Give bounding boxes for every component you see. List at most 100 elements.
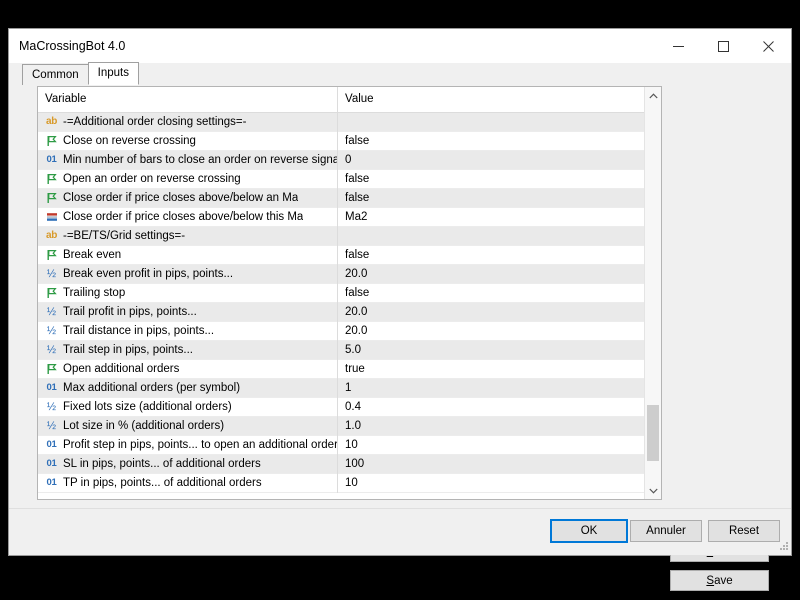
close-icon[interactable] — [746, 31, 791, 61]
table-row[interactable]: 01 Max additional orders (per symbol) 1 — [38, 378, 661, 398]
row-variable-cell[interactable]: ½ Lot size in % (additional orders) — [38, 416, 338, 436]
dialog-content: Variable Value ab -=Additional order clos… — [9, 85, 791, 591]
table-row[interactable]: Close on reverse crossing false — [38, 131, 661, 151]
row-value-cell[interactable]: 0.4 — [338, 398, 661, 417]
row-value-cell[interactable]: false — [338, 170, 661, 189]
row-value-cell[interactable]: 10 — [338, 474, 661, 493]
scroll-up-icon[interactable] — [645, 87, 661, 104]
row-variable-label: Trail step in pips, points... — [63, 343, 193, 356]
table-row[interactable]: ½ Trail step in pips, points... 5.0 — [38, 340, 661, 360]
table-row[interactable]: 01 Min number of bars to close an order o… — [38, 150, 661, 170]
type-bool-icon — [44, 172, 59, 187]
row-value-cell[interactable]: 5.0 — [338, 341, 661, 360]
table-row[interactable]: ½ Break even profit in pips, points... 20.… — [38, 264, 661, 284]
type-string-icon: ab — [45, 230, 58, 241]
column-header-value[interactable]: Value — [338, 87, 661, 112]
type-double-icon: ½ — [46, 419, 57, 432]
table-row[interactable]: 01 TP in pips, points... of additional or… — [38, 473, 661, 493]
table-row[interactable]: ½ Trail profit in pips, points... 20.0 — [38, 302, 661, 322]
row-variable-label: Close order if price closes above/below … — [63, 191, 299, 204]
row-variable-cell[interactable]: ab -=BE/TS/Grid settings=- — [38, 226, 338, 246]
row-variable-cell[interactable]: Break even — [38, 245, 338, 265]
table-row[interactable]: Close order if price closes above/below … — [38, 188, 661, 208]
table-row[interactable]: Trailing stop false — [38, 283, 661, 303]
type-bool-icon — [44, 134, 59, 149]
type-int-icon: 01 — [46, 154, 57, 166]
row-variable-cell[interactable]: 01 Min number of bars to close an order o… — [38, 150, 338, 170]
row-variable-cell[interactable]: ab -=Additional order closing settings=- — [38, 113, 338, 132]
table-row[interactable]: Open an order on reverse crossing false — [38, 169, 661, 189]
title-bar: MaCrossingBot 4.0 — [9, 29, 791, 63]
column-header-variable[interactable]: Variable — [38, 87, 338, 112]
row-variable-cell[interactable]: Trailing stop — [38, 283, 338, 303]
row-variable-cell[interactable]: Close order if price closes above/below … — [38, 188, 338, 208]
minimize-icon[interactable] — [656, 31, 701, 61]
table-row[interactable]: Open additional orders true — [38, 359, 661, 379]
row-value-cell[interactable]: 10 — [338, 436, 661, 455]
row-value-cell[interactable]: false — [338, 246, 661, 265]
row-variable-label: Trailing stop — [63, 286, 126, 299]
row-variable-label: Max additional orders (per symbol) — [63, 381, 241, 394]
scroll-down-icon[interactable] — [645, 482, 661, 499]
reset-button[interactable]: Reset — [708, 520, 780, 542]
row-variable-cell[interactable]: ½ Trail profit in pips, points... — [38, 302, 338, 322]
type-string-icon: ab — [45, 116, 58, 127]
row-variable-cell[interactable]: Close order if price closes above/below … — [38, 207, 338, 227]
type-double-icon: ½ — [46, 324, 57, 337]
row-variable-cell[interactable]: ½ Trail step in pips, points... — [38, 340, 338, 360]
resize-grip[interactable] — [777, 541, 789, 553]
scrollbar-thumb[interactable] — [647, 405, 659, 461]
row-variable-label: Min number of bars to close an order on … — [63, 153, 337, 166]
grid-header-row: Variable Value — [38, 87, 661, 113]
row-variable-cell[interactable]: ½ Break even profit in pips, points... — [38, 264, 338, 284]
row-variable-cell[interactable]: 01 Max additional orders (per symbol) — [38, 378, 338, 398]
row-variable-cell[interactable]: Open additional orders — [38, 359, 338, 379]
table-row[interactable]: ab -=BE/TS/Grid settings=- — [38, 226, 661, 246]
row-value-cell[interactable]: true — [338, 360, 661, 379]
tab-common[interactable]: Common — [22, 64, 89, 85]
table-row[interactable]: Close order if price closes above/below … — [38, 207, 661, 227]
table-row[interactable]: ½ Fixed lots size (additional orders) 0.4 — [38, 397, 661, 417]
row-value-cell[interactable]: 1.0 — [338, 417, 661, 436]
ok-button[interactable]: OK — [550, 519, 628, 543]
type-int-icon: 01 — [46, 458, 57, 470]
tab-inputs[interactable]: Inputs — [87, 62, 139, 85]
window-title: MaCrossingBot 4.0 — [19, 39, 126, 53]
row-value-cell[interactable]: false — [338, 284, 661, 303]
row-variable-cell[interactable]: 01 TP in pips, points... of additional or… — [38, 473, 338, 493]
type-bool-icon — [44, 286, 59, 301]
row-value-cell[interactable] — [338, 227, 661, 246]
row-variable-label: Close on reverse crossing — [63, 134, 196, 147]
row-variable-cell[interactable]: 01 SL in pips, points... of additional or… — [38, 454, 338, 474]
table-row[interactable]: 01 SL in pips, points... of additional or… — [38, 454, 661, 474]
row-variable-cell[interactable]: Close on reverse crossing — [38, 131, 338, 151]
row-value-cell[interactable] — [338, 113, 661, 132]
table-row[interactable]: ab -=Additional order closing settings=- — [38, 113, 661, 132]
row-value-cell[interactable]: 20.0 — [338, 322, 661, 341]
table-row[interactable]: ½ Trail distance in pips, points... 20.0 — [38, 321, 661, 341]
type-double-icon: ½ — [46, 267, 57, 280]
cancel-button[interactable]: Annuler — [630, 520, 702, 542]
row-value-cell[interactable]: 100 — [338, 455, 661, 474]
row-variable-cell[interactable]: ½ Fixed lots size (additional orders) — [38, 397, 338, 417]
type-bool-icon — [44, 362, 59, 377]
save-button[interactable]: Save — [670, 570, 769, 591]
row-value-cell[interactable]: false — [338, 132, 661, 151]
table-row[interactable]: 01 Profit step in pips, points... to open… — [38, 435, 661, 455]
maximize-icon[interactable] — [701, 31, 746, 61]
row-variable-cell[interactable]: ½ Trail distance in pips, points... — [38, 321, 338, 341]
row-variable-label: Break even — [63, 248, 122, 261]
row-variable-cell[interactable]: Open an order on reverse crossing — [38, 169, 338, 189]
row-value-cell[interactable]: 1 — [338, 379, 661, 398]
row-value-cell[interactable]: 20.0 — [338, 265, 661, 284]
row-value-cell[interactable]: Ma2 — [338, 208, 661, 227]
row-value-cell[interactable]: 20.0 — [338, 303, 661, 322]
row-value-cell[interactable]: false — [338, 189, 661, 208]
table-row[interactable]: ½ Lot size in % (additional orders) 1.0 — [38, 416, 661, 436]
table-row[interactable]: Break even false — [38, 245, 661, 265]
type-int-icon: 01 — [46, 439, 57, 451]
row-variable-label: Fixed lots size (additional orders) — [63, 400, 232, 413]
row-value-cell[interactable]: 0 — [338, 151, 661, 170]
vertical-scrollbar[interactable] — [644, 87, 661, 499]
row-variable-cell[interactable]: 01 Profit step in pips, points... to open… — [38, 435, 338, 455]
